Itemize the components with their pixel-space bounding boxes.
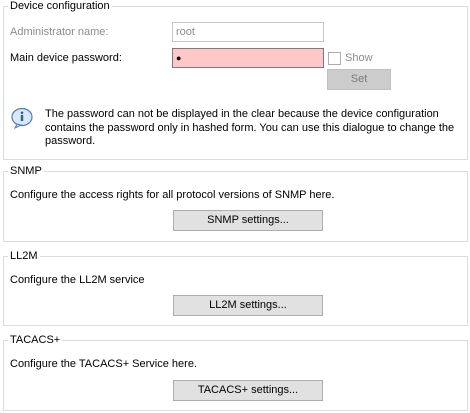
device-configuration-title: Device configuration (8, 0, 112, 13)
admin-name-field: root (172, 22, 324, 42)
info-text-line3: password. (45, 135, 96, 147)
password-label: Main device password: (10, 52, 122, 64)
ll2m-settings-button[interactable]: LL2M settings... (173, 295, 323, 316)
ll2m-description: Configure the LL2M service (10, 274, 145, 286)
tacacs-title: TACACS+ (8, 333, 63, 347)
tacacs-group: TACACS+ Configure the TACACS+ Service he… (3, 333, 468, 411)
info-text-line2: contains the password only in hashed for… (45, 122, 455, 134)
tacacs-description: Configure the TACACS+ Service here. (10, 358, 197, 370)
snmp-settings-button[interactable]: SNMP settings... (173, 210, 323, 231)
password-field[interactable]: ● (172, 48, 324, 68)
device-configuration-group: Device configuration Administrator name:… (3, 0, 468, 160)
ll2m-title: LL2M (8, 249, 40, 263)
tacacs-settings-button[interactable]: TACACS+ settings... (173, 380, 323, 401)
show-password-checkbox[interactable] (328, 52, 341, 65)
snmp-title: SNMP (8, 164, 44, 178)
set-password-button[interactable]: Set (327, 69, 391, 90)
show-password-label: Show (345, 52, 373, 64)
info-icon (11, 107, 33, 129)
snmp-description: Configure the access rights for all prot… (10, 189, 335, 201)
admin-name-label: Administrator name: (10, 26, 109, 38)
ll2m-group: LL2M Configure the LL2M service LL2M set… (3, 249, 468, 326)
info-text-line1: The password can not be displayed in the… (45, 108, 439, 120)
snmp-group: SNMP Configure the access rights for all… (3, 164, 468, 242)
